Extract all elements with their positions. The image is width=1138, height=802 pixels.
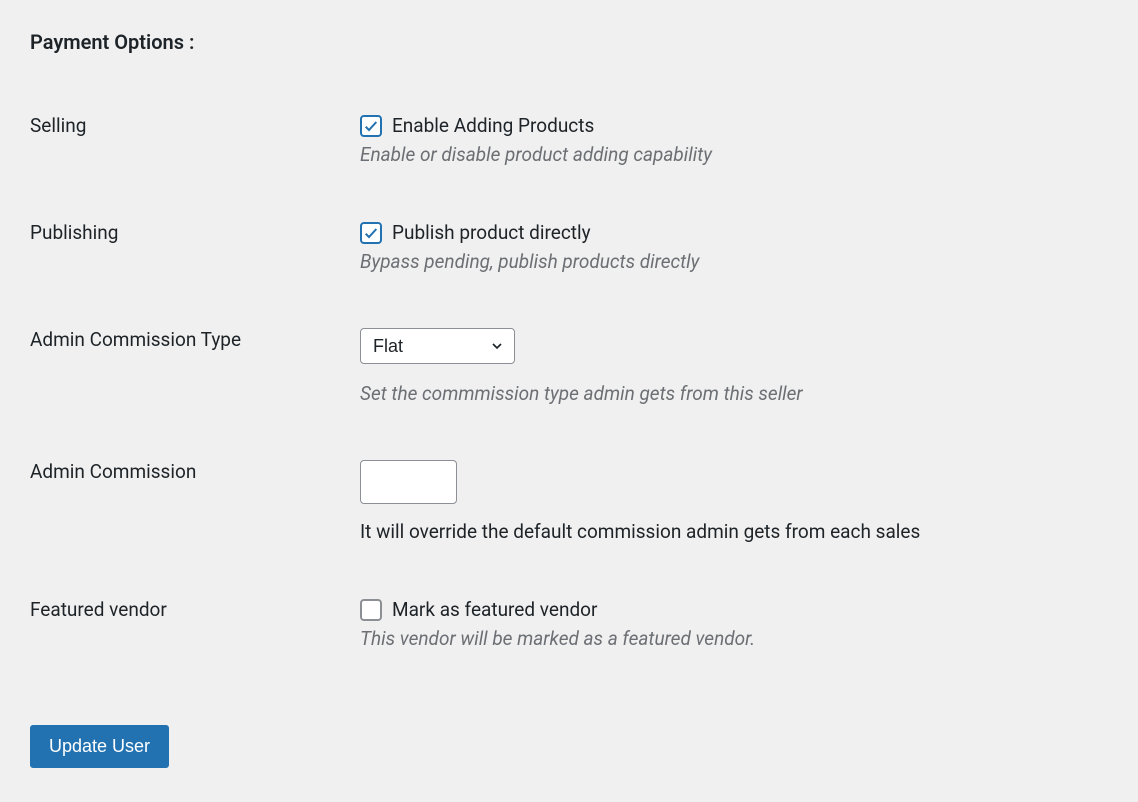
form-row-commission: Admin Commission It will override the de… (30, 460, 1108, 543)
publishing-label: Publishing (30, 221, 360, 244)
featured-label: Featured vendor (30, 598, 360, 621)
commission-type-help: Set the commmission type admin gets from… (360, 382, 1108, 405)
form-row-commission-type: Admin Commission Type Flat Set the commm… (30, 328, 1108, 405)
form-row-featured: Featured vendor Mark as featured vendor … (30, 598, 1108, 650)
check-icon (363, 225, 379, 241)
commission-type-select[interactable]: Flat (360, 328, 515, 364)
selling-checkbox[interactable] (360, 115, 382, 137)
commission-input[interactable] (360, 460, 457, 504)
publishing-checkbox[interactable] (360, 222, 382, 244)
featured-help: This vendor will be marked as a featured… (360, 627, 1108, 650)
commission-type-select-wrapper: Flat (360, 328, 515, 364)
selling-help: Enable or disable product adding capabil… (360, 143, 1108, 166)
selling-checkbox-label: Enable Adding Products (392, 114, 594, 137)
check-icon (363, 118, 379, 134)
publishing-help: Bypass pending, publish products directl… (360, 250, 1108, 273)
selling-label: Selling (30, 114, 360, 137)
commission-type-label: Admin Commission Type (30, 328, 360, 351)
form-row-publishing: Publishing Publish product directly Bypa… (30, 221, 1108, 273)
commission-label: Admin Commission (30, 460, 360, 483)
featured-checkbox[interactable] (360, 599, 382, 621)
publishing-checkbox-label: Publish product directly (392, 221, 591, 244)
section-title: Payment Options : (30, 30, 1108, 54)
commission-help: It will override the default commission … (360, 520, 1108, 543)
update-user-button[interactable]: Update User (30, 725, 169, 768)
featured-checkbox-label: Mark as featured vendor (392, 598, 597, 621)
form-row-selling: Selling Enable Adding Products Enable or… (30, 114, 1108, 166)
